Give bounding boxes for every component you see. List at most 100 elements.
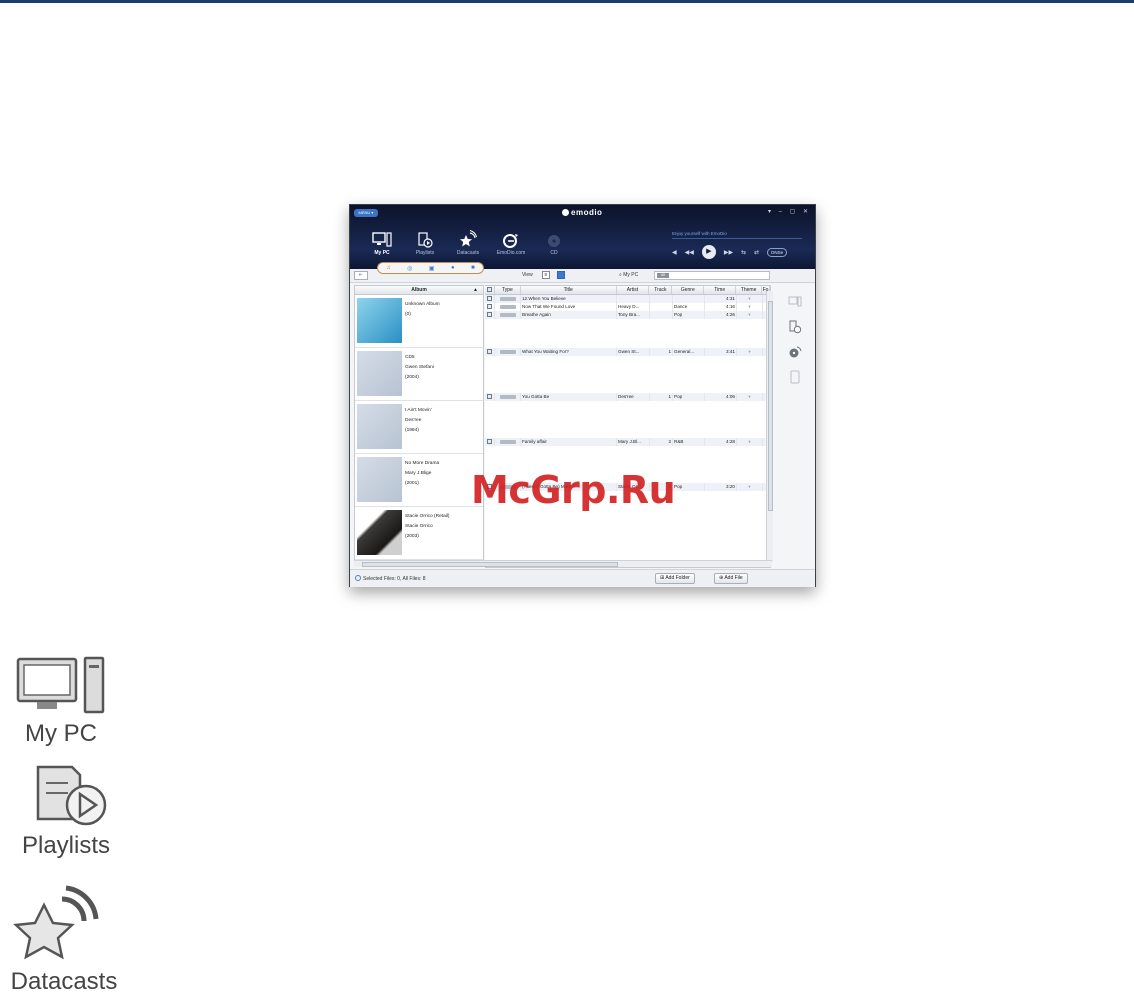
- row-checkbox[interactable]: [485, 295, 495, 303]
- vertical-scrollbar[interactable]: [766, 291, 773, 562]
- artist-cell: [617, 295, 650, 303]
- previous-icon[interactable]: ◀◀: [685, 249, 694, 256]
- search-input[interactable]: All: [654, 271, 770, 280]
- nav-datacasts[interactable]: Datacasts: [450, 229, 486, 256]
- header-artist[interactable]: Artist: [617, 286, 650, 294]
- theme-dropdown-icon[interactable]: ▼: [737, 348, 763, 356]
- dnse-button[interactable]: DNSe: [767, 247, 788, 257]
- back-button[interactable]: ⇤: [354, 271, 368, 280]
- genre-cell: [673, 295, 705, 303]
- nav-emodio-com[interactable]: EmoDio.com: [493, 229, 529, 256]
- tagline: Enjoy yourself with EmoDio: [672, 231, 727, 236]
- theme-dropdown-icon[interactable]: ▼: [737, 483, 763, 491]
- device-icon[interactable]: [788, 370, 802, 384]
- playlists-icon[interactable]: [788, 320, 802, 334]
- theme-dropdown-icon[interactable]: ▼: [737, 393, 763, 401]
- genre-cell: Pop: [673, 393, 705, 401]
- header-genre[interactable]: Genre: [672, 286, 705, 294]
- datacasts-icon: [460, 230, 477, 247]
- location-label: ⌕ My PC: [619, 272, 638, 278]
- file-type-icon: [500, 394, 516, 399]
- horizontal-scrollbar[interactable]: [354, 560, 772, 567]
- table-row[interactable]: Family affair Mary J.Bl... 2 R&B 4:28 ▼: [485, 438, 770, 446]
- nav-label: Playlists: [415, 250, 435, 256]
- media-filter-bar: ♫ ◎ ▣ ● ■: [377, 262, 484, 274]
- repeat-icon[interactable]: ⇆: [741, 249, 746, 256]
- album-column-header[interactable]: Album ▲: [355, 286, 483, 295]
- add-folder-label: Add Folder: [665, 575, 690, 581]
- row-checkbox[interactable]: [485, 348, 495, 356]
- voice-filter-icon[interactable]: ●: [451, 265, 455, 271]
- row-checkbox[interactable]: [485, 311, 495, 319]
- main-nav: My PC Playlists Datacasts EmoDio.com CD: [364, 229, 572, 256]
- header-time[interactable]: Time: [704, 286, 737, 294]
- theme-dropdown-icon[interactable]: ▼: [737, 303, 763, 311]
- album-row[interactable]: No More Drama Mary J.Blige (2001): [355, 454, 483, 507]
- window-controls[interactable]: ▾ – ▢ ✕: [768, 208, 811, 215]
- top-rule: [0, 0, 1134, 3]
- file-type-icon: [500, 439, 516, 444]
- table-row[interactable]: What You Waiting For? Gwen St... 1 Gener…: [485, 348, 770, 356]
- list-view-icon[interactable]: ≡: [542, 271, 550, 279]
- add-folder-button[interactable]: ⊞ Add Folder: [655, 573, 695, 584]
- album-row[interactable]: I Ain't Movin' Des'ree (1994): [355, 401, 483, 454]
- checkbox-icon: [487, 296, 492, 302]
- type-cell: [495, 303, 521, 311]
- shuffle-icon[interactable]: ⇄: [754, 249, 759, 256]
- legend-label: Datacasts: [10, 968, 118, 995]
- album-title: Unknown Album: [405, 302, 440, 307]
- folder-filter-icon[interactable]: ■: [471, 265, 475, 271]
- row-checkbox[interactable]: [485, 303, 495, 311]
- artist-cell: Des'ree: [617, 393, 650, 401]
- album-art: [357, 404, 402, 449]
- theme-dropdown-icon[interactable]: ▼: [737, 438, 763, 446]
- title-cell: What You Waiting For?: [521, 348, 617, 356]
- title-cell: 12.When You Believe: [521, 295, 617, 303]
- album-title: CD5: [405, 355, 415, 360]
- album-row[interactable]: Unknown Album (0): [355, 295, 483, 348]
- table-row[interactable]: 12.When You Believe 4:31 ▼: [485, 295, 770, 303]
- thumbnail-view-icon[interactable]: [557, 271, 565, 279]
- row-checkbox[interactable]: [485, 438, 495, 446]
- header-track[interactable]: Track: [649, 286, 673, 294]
- table-row[interactable]: Breathe Again Tony Bra... Pop 4:26 ▼: [485, 311, 770, 319]
- volume-icon[interactable]: ◀: [672, 249, 677, 256]
- table-row[interactable]: Now That We Found Love Heavy D... Dance …: [485, 303, 770, 311]
- datacasts-icon[interactable]: [788, 345, 802, 359]
- datacasts-icon: [13, 885, 99, 960]
- menu-button[interactable]: MENU ▾: [354, 209, 378, 217]
- album-year: (2001): [405, 481, 419, 486]
- header-check[interactable]: [485, 286, 495, 294]
- type-cell: [495, 295, 521, 303]
- scrollbar-thumb[interactable]: [362, 562, 618, 567]
- nav-playlists[interactable]: Playlists: [407, 229, 443, 256]
- play-button[interactable]: ▶: [701, 245, 716, 259]
- album-row[interactable]: CD5 Gwen Stefani (2004): [355, 348, 483, 401]
- table-row[interactable]: You Gotta Be Des'ree 1 Pop 4:06 ▼: [485, 393, 770, 401]
- header-title[interactable]: Title: [521, 286, 617, 294]
- header-type[interactable]: Type: [495, 286, 521, 294]
- view-label: View: [522, 272, 533, 278]
- theme-dropdown-icon[interactable]: ▼: [737, 295, 763, 303]
- album-art: [357, 510, 402, 555]
- track-cell: [650, 295, 673, 303]
- row-checkbox[interactable]: [485, 393, 495, 401]
- status-text: Selected Files: 0, All Files: 8: [355, 575, 426, 582]
- header-theme[interactable]: Theme: [736, 286, 763, 294]
- scrollbar-thumb[interactable]: [768, 301, 773, 511]
- search-scope-tag[interactable]: All: [657, 273, 669, 278]
- photo-filter-icon[interactable]: ▣: [429, 265, 435, 272]
- file-type-icon: [500, 349, 516, 354]
- genre-cell: Pop: [673, 311, 705, 319]
- genre-cell: R&B: [673, 438, 705, 446]
- theme-dropdown-icon[interactable]: ▼: [737, 311, 763, 319]
- video-filter-icon[interactable]: ◎: [407, 265, 412, 272]
- next-icon[interactable]: ▶▶: [724, 249, 733, 256]
- album-row[interactable]: Stacie Orrico (Retail) Stacie Orrico (2003…: [355, 507, 483, 560]
- nav-my-pc[interactable]: My PC: [364, 229, 400, 256]
- music-filter-icon[interactable]: ♫: [386, 265, 391, 271]
- add-file-button[interactable]: ⊕ Add File: [714, 573, 748, 584]
- nav-cd[interactable]: CD: [536, 229, 572, 256]
- my-pc-icon[interactable]: [788, 295, 802, 309]
- type-cell: [495, 393, 521, 401]
